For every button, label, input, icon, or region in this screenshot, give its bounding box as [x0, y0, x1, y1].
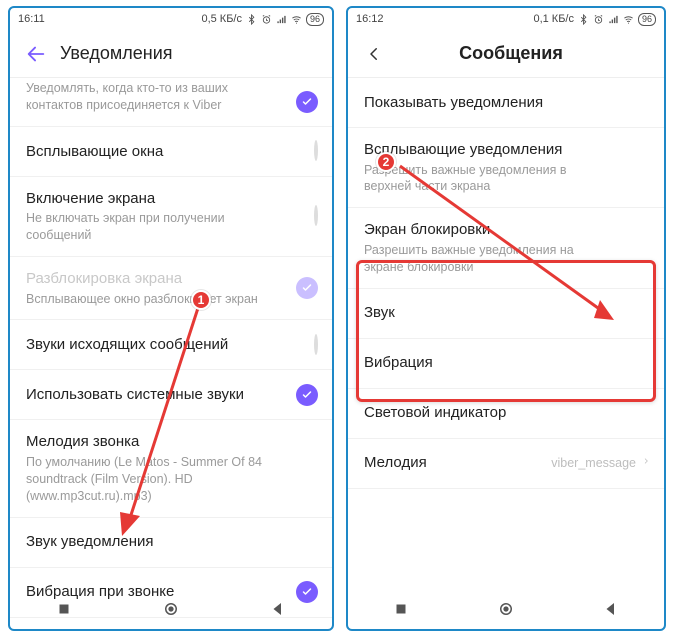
phone-right: 16:12 0,1 КБ/с 96 Сообщения Показывать у…: [346, 6, 666, 631]
annotation-badge-2: 2: [376, 152, 396, 172]
annotation-arrow-2: [348, 8, 666, 631]
phone-left: 16:11 0,5 КБ/с 96 Уведомления Уведомлять…: [8, 6, 334, 631]
annotation-badge-1: 1: [191, 290, 211, 310]
annotation-arrow-1: [10, 8, 334, 631]
